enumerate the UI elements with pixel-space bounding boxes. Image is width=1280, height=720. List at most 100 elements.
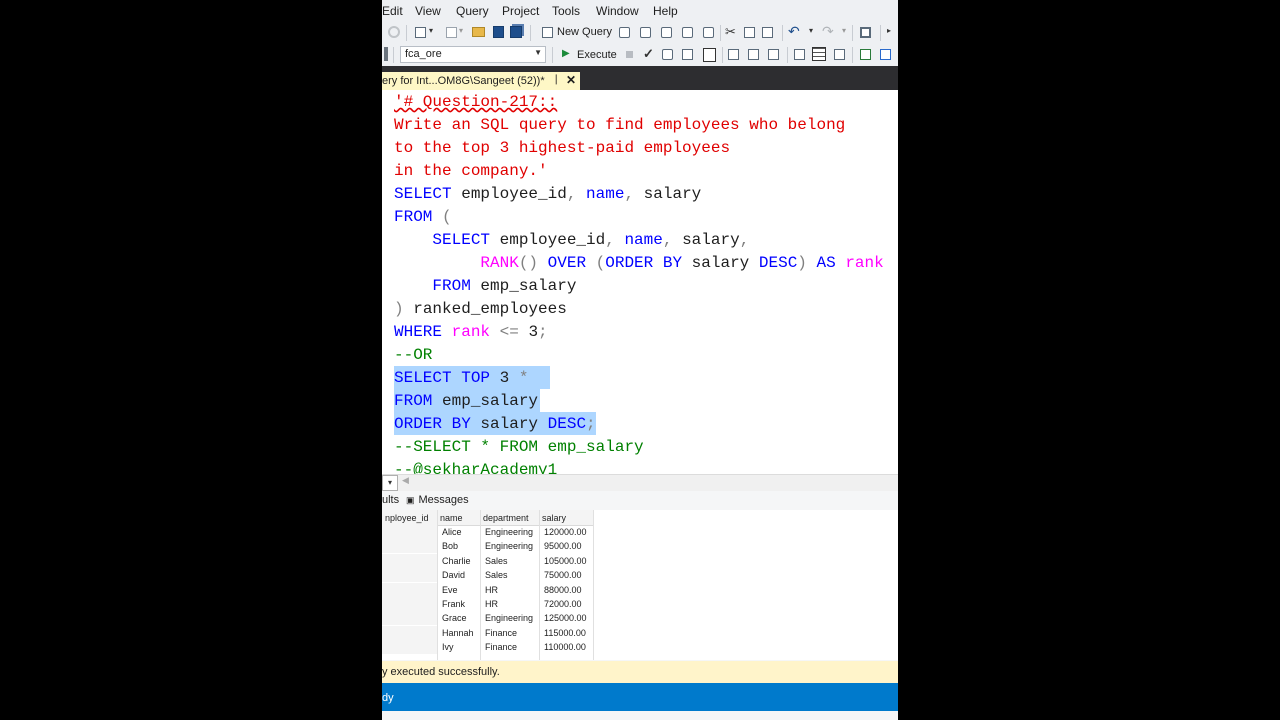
- table-cell[interactable]: Sales: [485, 554, 538, 568]
- query-tab[interactable]: ery for Int...OM8G\Sangeet (52))* ❘ ✕: [382, 72, 580, 90]
- comment-icon[interactable]: [860, 49, 871, 60]
- table-cell[interactable]: [382, 611, 437, 626]
- close-icon[interactable]: ✕: [566, 73, 576, 87]
- table-cell[interactable]: Finance: [485, 626, 538, 640]
- table-cell[interactable]: Frank: [442, 597, 479, 611]
- execute-button[interactable]: ▶ Execute: [558, 46, 618, 64]
- undo-icon[interactable]: ↶: [788, 23, 800, 40]
- redo-icon[interactable]: ↷: [822, 23, 834, 40]
- activity-monitor-icon[interactable]: [860, 27, 871, 38]
- query-options-icon[interactable]: [682, 49, 693, 60]
- results-to-grid-icon[interactable]: [812, 47, 826, 61]
- table-cell[interactable]: [382, 582, 437, 597]
- code-text: SELECT employee_id, name, salary: [394, 183, 701, 206]
- client-stats-icon[interactable]: [768, 49, 779, 60]
- column-header[interactable]: nployee_id: [385, 511, 436, 525]
- table-cell[interactable]: Engineering: [485, 539, 538, 553]
- table-cell[interactable]: Engineering: [485, 525, 538, 539]
- overflow-icon[interactable]: ▸: [887, 26, 891, 35]
- table-cell[interactable]: Eve: [442, 583, 479, 597]
- menu-query[interactable]: Query: [456, 4, 489, 18]
- back-icon[interactable]: [388, 26, 400, 38]
- table-cell[interactable]: David: [442, 568, 479, 582]
- table-cell[interactable]: Grace: [442, 611, 479, 625]
- parse-checkmark-icon[interactable]: ✓: [643, 46, 654, 62]
- table-cell[interactable]: Engineering: [485, 611, 538, 625]
- xmla-query-icon[interactable]: [682, 27, 693, 38]
- code-token: SELECT: [394, 231, 491, 249]
- table-cell[interactable]: 72000.00: [544, 597, 592, 611]
- copy-icon[interactable]: [744, 27, 755, 38]
- table-cell[interactable]: [382, 597, 437, 611]
- estimated-plan-icon[interactable]: [662, 49, 673, 60]
- dropdown-arrow-icon[interactable]: ▾: [429, 26, 433, 35]
- column-header[interactable]: department: [483, 511, 538, 525]
- sql-editor[interactable]: '# Question-217:: Write an SQL query to f…: [382, 90, 898, 474]
- column-header[interactable]: name: [440, 511, 479, 525]
- pin-icon[interactable]: ❘: [552, 74, 560, 85]
- menu-edit[interactable]: Edit: [382, 4, 403, 18]
- menu-help[interactable]: Help: [653, 4, 678, 18]
- tab-results[interactable]: ults: [382, 494, 399, 506]
- menu-tools[interactable]: Tools: [552, 4, 580, 18]
- editor-horizontal-scrollbar[interactable]: ▾ ◀: [382, 474, 898, 491]
- table-cell[interactable]: 110000.00: [544, 640, 592, 654]
- open-folder-icon[interactable]: [472, 27, 485, 37]
- new-project-icon[interactable]: [415, 27, 426, 38]
- code-text: WHERE rank <= 3;: [394, 321, 548, 344]
- menu-view[interactable]: View: [415, 4, 441, 18]
- table-cell[interactable]: 75000.00: [544, 568, 592, 582]
- table-cell[interactable]: 125000.00: [544, 611, 592, 625]
- menu-window[interactable]: Window: [596, 4, 639, 18]
- code-token: --OR: [394, 346, 433, 364]
- table-cell[interactable]: [382, 568, 437, 583]
- table-cell[interactable]: [382, 525, 437, 539]
- save-all-icon[interactable]: [510, 26, 522, 38]
- column-header[interactable]: salary: [542, 511, 592, 525]
- results-to-file-icon[interactable]: [834, 49, 845, 60]
- table-cell[interactable]: Ivy: [442, 640, 479, 654]
- mdx-query-icon[interactable]: [640, 27, 651, 38]
- database-select[interactable]: fca_ore ▼: [400, 46, 546, 63]
- zoom-dropdown-icon[interactable]: ▾: [382, 475, 398, 491]
- table-cell[interactable]: HR: [485, 583, 538, 597]
- table-cell[interactable]: Bob: [442, 539, 479, 553]
- table-cell[interactable]: Finance: [485, 640, 538, 654]
- results-grid[interactable]: nployee_id name department salary Alice Engin…: [382, 510, 898, 660]
- menu-project[interactable]: Project: [502, 4, 539, 18]
- code-text: FROM emp_salary: [394, 390, 538, 413]
- dropdown-arrow-icon[interactable]: ▾: [842, 26, 846, 35]
- uncomment-icon[interactable]: [880, 49, 891, 60]
- table-cell[interactable]: Alice: [442, 525, 479, 539]
- intellisense-icon[interactable]: [703, 48, 716, 62]
- live-stats-icon[interactable]: [748, 49, 759, 60]
- table-cell[interactable]: Hannah: [442, 626, 479, 640]
- add-item-icon[interactable]: [446, 27, 457, 38]
- new-query-icon: [542, 27, 553, 38]
- table-cell[interactable]: [382, 539, 437, 554]
- dropdown-arrow-icon[interactable]: ▾: [809, 26, 813, 35]
- table-cell[interactable]: [382, 625, 437, 640]
- table-cell[interactable]: [382, 640, 437, 655]
- table-cell[interactable]: 95000.00: [544, 539, 592, 553]
- save-icon[interactable]: [493, 26, 504, 38]
- table-cell[interactable]: Charlie: [442, 554, 479, 568]
- table-cell[interactable]: 120000.00: [544, 525, 592, 539]
- include-plan-icon[interactable]: [728, 49, 739, 60]
- dax-query-icon[interactable]: [703, 27, 714, 38]
- results-to-text-icon[interactable]: [794, 49, 805, 60]
- paste-icon[interactable]: [762, 27, 773, 38]
- tab-messages[interactable]: ▣ Messages: [406, 494, 469, 506]
- table-cell[interactable]: Sales: [485, 568, 538, 582]
- dropdown-arrow-icon[interactable]: ▾: [459, 26, 463, 35]
- stop-icon[interactable]: [626, 51, 633, 58]
- table-cell[interactable]: 115000.00: [544, 626, 592, 640]
- scroll-left-icon[interactable]: ◀: [402, 475, 409, 486]
- table-cell[interactable]: HR: [485, 597, 538, 611]
- table-cell[interactable]: 105000.00: [544, 554, 592, 568]
- table-cell[interactable]: 88000.00: [544, 583, 592, 597]
- database-query-icon[interactable]: [619, 27, 630, 38]
- cut-icon[interactable]: ✂: [725, 24, 736, 40]
- table-cell[interactable]: [382, 553, 437, 568]
- dmx-query-icon[interactable]: [661, 27, 672, 38]
